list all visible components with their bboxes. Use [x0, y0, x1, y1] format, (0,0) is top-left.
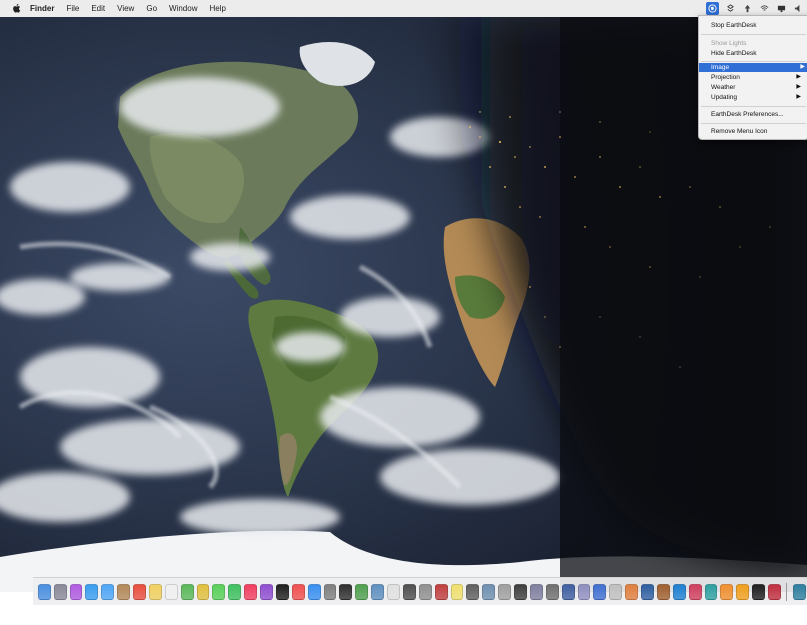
- disk-utility-icon[interactable]: [529, 583, 543, 600]
- textedit-icon[interactable]: [387, 583, 400, 600]
- menu-separator: [701, 106, 806, 107]
- airport-icon[interactable]: [609, 583, 623, 600]
- earthdesk-menu: Stop EarthDesk Show Lights Hide EarthDes…: [698, 15, 807, 140]
- news-icon[interactable]: [291, 583, 305, 600]
- facetime-icon[interactable]: [228, 583, 242, 600]
- preview-icon[interactable]: [371, 583, 385, 600]
- mail-icon[interactable]: [101, 583, 115, 600]
- menu-item-show-lights: Show Lights: [711, 40, 747, 47]
- time-machine-icon[interactable]: [704, 583, 718, 600]
- dictionary-icon[interactable]: [434, 583, 448, 600]
- activity-monitor-icon[interactable]: [355, 583, 369, 600]
- submenu-arrow-icon: ▶: [800, 64, 805, 70]
- menu-item-updating[interactable]: Updating ▶: [711, 93, 804, 102]
- submenu-arrow-icon: ▶: [796, 84, 801, 90]
- terminal-icon[interactable]: [339, 583, 353, 600]
- menu-item-stop-earthdesk[interactable]: Stop EarthDesk: [711, 21, 804, 30]
- menu-app-name[interactable]: Finder: [30, 4, 54, 13]
- home-icon[interactable]: [736, 583, 750, 600]
- music-icon[interactable]: [244, 583, 258, 600]
- dock: [33, 577, 807, 605]
- menu-separator: [701, 61, 806, 62]
- menu-view[interactable]: View: [117, 4, 134, 13]
- menu-separator: [701, 123, 806, 124]
- earth-image: [0, 17, 807, 592]
- reminders-icon[interactable]: [164, 583, 178, 600]
- maps-icon[interactable]: [180, 583, 194, 600]
- finder-icon[interactable]: [37, 583, 51, 600]
- console-icon[interactable]: [514, 583, 527, 600]
- migration-icon[interactable]: [577, 583, 591, 600]
- menu-item-image[interactable]: Image ▶: [699, 63, 807, 72]
- upload-status-icon[interactable]: [743, 4, 752, 13]
- earthdesk-icon[interactable]: [792, 583, 806, 600]
- siri-icon[interactable]: [69, 583, 83, 600]
- calendar-icon[interactable]: [133, 583, 146, 600]
- safari-icon[interactable]: [85, 583, 99, 600]
- display-status-icon[interactable]: [777, 4, 786, 13]
- submenu-arrow-icon: ▶: [796, 94, 801, 100]
- menu-window[interactable]: Window: [169, 4, 197, 13]
- apple-menu-icon[interactable]: [12, 3, 22, 14]
- menu-separator: [701, 34, 806, 35]
- voiceover-icon[interactable]: [641, 583, 654, 600]
- wifi-status-icon[interactable]: [760, 4, 769, 13]
- quicktime-icon[interactable]: [672, 583, 686, 600]
- automator-icon[interactable]: [656, 583, 670, 600]
- messages-icon[interactable]: [212, 583, 226, 600]
- app-store-icon[interactable]: [307, 583, 321, 600]
- stickies-icon[interactable]: [450, 583, 464, 600]
- submenu-arrow-icon: ▶: [796, 74, 801, 80]
- launchpad-icon[interactable]: [53, 583, 67, 600]
- calculator-icon[interactable]: [402, 583, 416, 600]
- dropbox-status-icon[interactable]: [726, 4, 735, 13]
- notes-icon[interactable]: [148, 583, 162, 600]
- menu-item-projection[interactable]: Projection ▶: [711, 73, 804, 82]
- menu-item-hide-earthdesk[interactable]: Hide EarthDesk: [711, 49, 804, 58]
- menu-item-preferences[interactable]: EarthDesk Preferences...: [711, 110, 804, 119]
- books-icon[interactable]: [720, 583, 734, 600]
- photo-booth-icon[interactable]: [688, 583, 702, 600]
- podcasts-icon[interactable]: [260, 583, 273, 600]
- desktop-earth-wallpaper: [0, 17, 807, 592]
- menu-bar: Finder File Edit View Go Window Help: [0, 0, 807, 18]
- grapher-icon[interactable]: [561, 583, 575, 600]
- contacts-icon[interactable]: [117, 583, 131, 600]
- earthdesk-status-icon[interactable]: [706, 2, 719, 15]
- menu-help[interactable]: Help: [209, 4, 225, 13]
- bluetooth-icon[interactable]: [593, 583, 607, 600]
- menu-item-weather[interactable]: Weather ▶: [711, 83, 804, 92]
- tv-icon[interactable]: [275, 583, 289, 600]
- menu-file[interactable]: File: [66, 4, 79, 13]
- font-book-icon[interactable]: [418, 583, 432, 600]
- screenshot-icon[interactable]: [498, 583, 512, 600]
- keychain-icon[interactable]: [545, 583, 559, 600]
- voice-memos-icon[interactable]: [768, 583, 781, 600]
- chess-icon[interactable]: [466, 583, 480, 600]
- menu-edit[interactable]: Edit: [91, 4, 105, 13]
- volume-status-icon[interactable]: [794, 4, 803, 13]
- menu-go[interactable]: Go: [146, 4, 157, 13]
- menu-item-remove-menu-icon[interactable]: Remove Menu Icon: [711, 127, 804, 136]
- colorsync-icon[interactable]: [625, 583, 639, 600]
- image-capture-icon[interactable]: [482, 583, 496, 600]
- dock-separator: [786, 582, 788, 601]
- photos-icon[interactable]: [196, 583, 210, 600]
- system-preferences-icon[interactable]: [323, 583, 337, 600]
- stocks-icon[interactable]: [752, 583, 766, 600]
